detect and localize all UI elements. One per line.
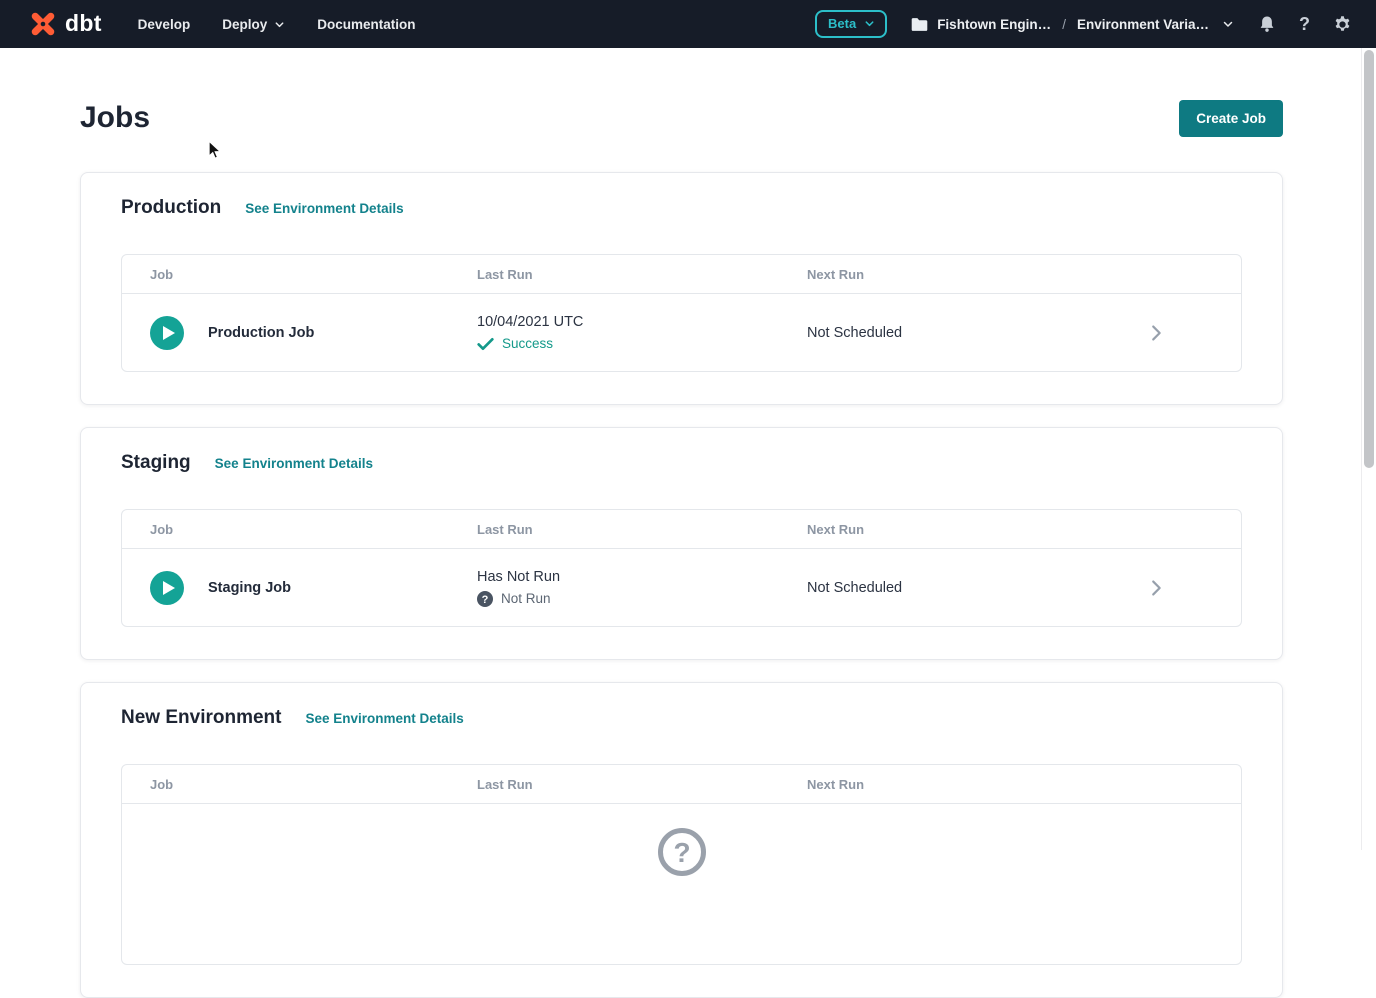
nav-icon-group: ?: [1258, 14, 1352, 34]
jobs-table-header: Job Last Run Next Run: [122, 510, 1241, 549]
scrollbar-thumb[interactable]: [1364, 50, 1374, 468]
environment-name: Production: [121, 197, 221, 219]
last-run-status: Success: [477, 336, 807, 351]
success-check-icon: [477, 337, 494, 351]
beta-label: Beta: [828, 16, 856, 31]
next-run-cell: Not Scheduled: [807, 580, 1145, 596]
breadcrumb[interactable]: Fishtown Engin… / Environment Varia…: [911, 17, 1234, 32]
row-chevron[interactable]: [1145, 577, 1213, 599]
row-chevron[interactable]: [1145, 322, 1213, 344]
environment-card-production: Production See Environment Details Job L…: [80, 172, 1283, 405]
notifications-bell-icon[interactable]: [1258, 14, 1276, 34]
environment-card-staging: Staging See Environment Details Job Last…: [80, 427, 1283, 660]
svg-text:?: ?: [482, 594, 489, 606]
chevron-down-icon: [864, 18, 875, 29]
jobs-table: Job Last Run Next Run Production Job 10/…: [121, 254, 1242, 372]
environment-name: Staging: [121, 452, 191, 474]
column-header-last-run: Last Run: [477, 267, 807, 282]
column-header-job: Job: [150, 522, 477, 537]
breadcrumb-project[interactable]: Fishtown Engin…: [937, 17, 1051, 32]
svg-text:?: ?: [673, 837, 690, 868]
question-circle-icon: ?: [477, 591, 493, 607]
dbt-logo-icon: [28, 9, 58, 39]
job-row-staging-job[interactable]: Staging Job Has Not Run ? Not Run Not Sc…: [122, 549, 1241, 626]
last-run-cell: 10/04/2021 UTC Success: [477, 314, 807, 351]
help-icon[interactable]: ?: [1299, 15, 1310, 33]
environment-header: New Environment See Environment Details: [121, 707, 1242, 729]
see-environment-details-link[interactable]: See Environment Details: [305, 711, 463, 726]
chevron-right-icon: [1145, 322, 1167, 344]
job-cell: Staging Job: [150, 571, 477, 605]
environment-header: Staging See Environment Details: [121, 452, 1242, 474]
jobs-table: Job Last Run Next Run Staging Job Has No…: [121, 509, 1242, 627]
nav-item-deploy-label: Deploy: [222, 17, 267, 32]
job-row-production-job[interactable]: Production Job 10/04/2021 UTC Success No…: [122, 294, 1241, 371]
column-header-last-run: Last Run: [477, 522, 807, 537]
jobs-page: Jobs Create Job Production See Environme…: [80, 98, 1283, 998]
job-cell: Production Job: [150, 316, 477, 350]
create-job-button[interactable]: Create Job: [1179, 100, 1283, 137]
job-name[interactable]: Production Job: [208, 325, 314, 341]
last-run-date: Has Not Run: [477, 569, 807, 585]
nav-item-documentation-label: Documentation: [317, 17, 415, 32]
last-run-date: 10/04/2021 UTC: [477, 314, 807, 330]
empty-jobs-state: ?: [122, 804, 1241, 964]
environment-card-new-environment: New Environment See Environment Details …: [80, 682, 1283, 998]
run-job-play-button[interactable]: [150, 316, 184, 350]
breadcrumb-separator: /: [1060, 17, 1068, 32]
last-run-cell: Has Not Run ? Not Run: [477, 569, 807, 607]
nav-item-develop[interactable]: Develop: [138, 17, 191, 32]
beta-dropdown-button[interactable]: Beta: [815, 10, 887, 38]
settings-gear-icon[interactable]: [1333, 15, 1352, 34]
nav-right-group: Beta Fishtown Engin… / Environment Varia…: [815, 10, 1352, 38]
run-job-play-button[interactable]: [150, 571, 184, 605]
see-environment-details-link[interactable]: See Environment Details: [215, 456, 373, 471]
jobs-table-header: Job Last Run Next Run: [122, 765, 1241, 804]
question-circle-icon: ?: [657, 827, 707, 877]
chevron-down-icon: [1222, 18, 1234, 30]
nav-item-develop-label: Develop: [138, 17, 191, 32]
page-header: Jobs Create Job: [80, 98, 1283, 138]
chevron-down-icon: [274, 19, 285, 30]
column-header-job: Job: [150, 267, 477, 282]
column-header-next-run: Next Run: [807, 267, 1145, 282]
brand-wordmark: dbt: [65, 10, 102, 37]
column-header-job: Job: [150, 777, 477, 792]
see-environment-details-link[interactable]: See Environment Details: [245, 201, 403, 216]
nav-item-deploy[interactable]: Deploy: [222, 17, 285, 32]
dbt-logo[interactable]: dbt: [28, 9, 102, 39]
column-header-next-run: Next Run: [807, 777, 1145, 792]
job-name[interactable]: Staging Job: [208, 580, 291, 596]
jobs-table-header: Job Last Run Next Run: [122, 255, 1241, 294]
top-navigation: dbt Develop Deploy Documentation Beta Fi…: [0, 0, 1376, 48]
chevron-right-icon: [1145, 577, 1167, 599]
status-label: Not Run: [501, 591, 551, 606]
primary-nav: Develop Deploy Documentation: [138, 17, 416, 32]
folder-icon: [911, 17, 928, 32]
environment-name: New Environment: [121, 707, 281, 729]
next-run-cell: Not Scheduled: [807, 325, 1145, 341]
environment-header: Production See Environment Details: [121, 197, 1242, 219]
breadcrumb-page[interactable]: Environment Varia…: [1077, 17, 1209, 32]
vertical-scrollbar[interactable]: [1361, 48, 1376, 850]
column-header-next-run: Next Run: [807, 522, 1145, 537]
column-header-last-run: Last Run: [477, 777, 807, 792]
last-run-status: ? Not Run: [477, 591, 807, 607]
jobs-table: Job Last Run Next Run ?: [121, 764, 1242, 965]
nav-item-documentation[interactable]: Documentation: [317, 17, 415, 32]
page-title: Jobs: [80, 101, 150, 135]
status-label: Success: [502, 336, 553, 351]
